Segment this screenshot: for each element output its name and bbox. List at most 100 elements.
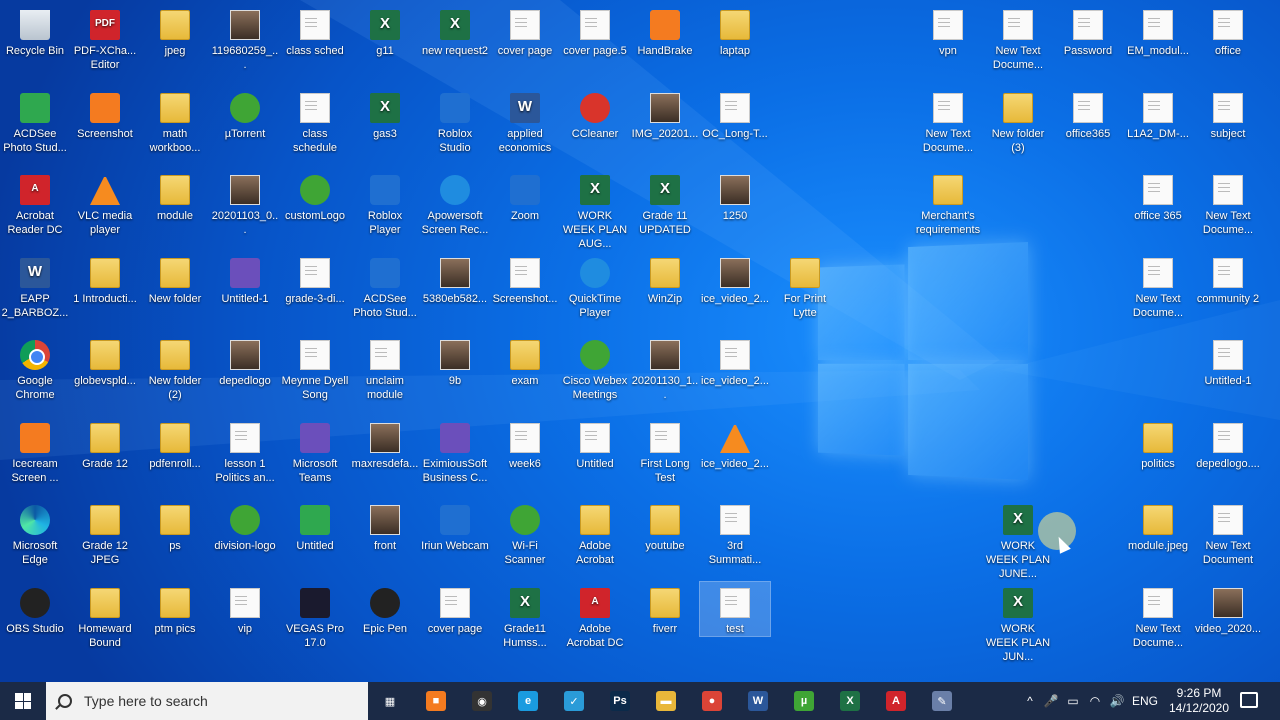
desktop-icon-screenshot[interactable]: Screenshot [70, 87, 140, 141]
desktop-icon-3rd-summati[interactable]: 3rd Summati... [700, 499, 770, 567]
desktop-icon-first-long-test[interactable]: First Long Test [630, 417, 700, 485]
desktop-icon-new-folder[interactable]: New folder [140, 252, 210, 306]
desktop-icon-untitled-1[interactable]: Untitled-1 [1193, 334, 1263, 388]
desktop-icon-quicktime-player[interactable]: QuickTime Player [560, 252, 630, 320]
desktop-icon-new-text-docume[interactable]: New Text Docume... [1193, 169, 1263, 237]
desktop-icon-for-print-lytte[interactable]: For Print Lytte [770, 252, 840, 320]
snip-icon[interactable]: ✓ [559, 686, 589, 716]
battery-icon[interactable]: ▭ [1062, 694, 1084, 708]
desktop-icon-ice-video-2[interactable]: ice_video_2... [700, 417, 770, 471]
desktop-icon-fiverr[interactable]: fiverr [630, 582, 700, 636]
desktop-icon-untitled-1[interactable]: Untitled-1 [210, 252, 280, 306]
tray-chevron-icon[interactable]: ^ [1020, 694, 1040, 708]
desktop-icon-20201130-1[interactable]: 20201130_1... [630, 334, 700, 402]
desktop-icon-grade-12-jpeg[interactable]: Grade 12 JPEG [70, 499, 140, 567]
desktop-icon-grade-12[interactable]: Grade 12 [70, 417, 140, 471]
desktop-icon-vegas-pro-17-0[interactable]: VEGAS Pro 17.0 [280, 582, 350, 650]
desktop-icon-eximioussoft-business-c[interactable]: EximiousSoft Business C... [420, 417, 490, 485]
desktop-icon-new-text-document[interactable]: New Text Document [1193, 499, 1263, 567]
desktop-icon-5380eb582[interactable]: 5380eb582... [420, 252, 490, 306]
language-indicator[interactable]: ENG [1128, 694, 1162, 708]
desktop-icon-ptm-pics[interactable]: ptm pics [140, 582, 210, 636]
desktop-icon-epic-pen[interactable]: Epic Pen [350, 582, 420, 636]
desktop-icon-front[interactable]: front [350, 499, 420, 553]
desktop-icon-subject[interactable]: subject [1193, 87, 1263, 141]
desktop-icon-module-jpeg[interactable]: module.jpeg [1123, 499, 1193, 553]
desktop-icon-untitled[interactable]: Untitled [280, 499, 350, 553]
desktop-icon-screenshot[interactable]: Screenshot... [490, 252, 560, 306]
desktop-icon-new-text-docume[interactable]: New Text Docume... [983, 4, 1053, 72]
desktop-icon-g11[interactable]: Xg11 [350, 4, 420, 58]
excel-taskbar-icon[interactable]: X [835, 686, 865, 716]
desktop-icon-torrent[interactable]: µTorrent [210, 87, 280, 141]
desktop-icon-pdf-xcha-editor[interactable]: PDF PDF-XCha... Editor [70, 4, 140, 72]
desktop-icon-119680259[interactable]: 119680259_... [210, 4, 280, 72]
desktop-icon-new-text-docume[interactable]: New Text Docume... [1123, 582, 1193, 650]
desktop-icon-exam[interactable]: exam [490, 334, 560, 388]
desktop-icon-depedlogo[interactable]: depedlogo.... [1193, 417, 1263, 471]
desktop-icon-recycle-bin[interactable]: Recycle Bin [0, 4, 70, 58]
desktop-icon-1-introducti[interactable]: 1 Introducti... [70, 252, 140, 306]
desktop-icon-maxresdefa[interactable]: maxresdefa... [350, 417, 420, 471]
desktop-icon-microsoft-edge[interactable]: Microsoft Edge [0, 499, 70, 567]
desktop-icon-new-text-docume[interactable]: New Text Docume... [913, 87, 983, 155]
desktop-icon-customlogo[interactable]: customLogo [280, 169, 350, 223]
desktop-icon-grade-11-updated[interactable]: X Grade 11 UPDATED [630, 169, 700, 237]
word-taskbar-icon[interactable]: W [743, 686, 773, 716]
desktop-icon-roblox-studio[interactable]: Roblox Studio [420, 87, 490, 155]
desktop-icon-gas3[interactable]: Xgas3 [350, 87, 420, 141]
desktop-icon-adobe-acrobat-dc[interactable]: A Adobe Acrobat DC [560, 582, 630, 650]
desktop-icon-module[interactable]: module [140, 169, 210, 223]
acrobat-taskbar-icon[interactable]: A [881, 686, 911, 716]
desktop-icon-merchant-s-requirements[interactable]: Merchant's requirements [913, 169, 983, 237]
desktop-icon-l1a2-dm[interactable]: L1A2_DM-... [1123, 87, 1193, 141]
desktop-icon-iriun-webcam[interactable]: Iriun Webcam [420, 499, 490, 553]
desktop-icon-icecream-screen[interactable]: Icecream Screen ... [0, 417, 70, 485]
desktop-icon-globevspld[interactable]: globevspld... [70, 334, 140, 388]
desktop-icon-9b[interactable]: 9b [420, 334, 490, 388]
desktop-icon-eapp-2-barboz[interactable]: W EAPP 2_BARBOZ... [0, 252, 70, 320]
desktop-icon-em-modul[interactable]: EM_modul... [1123, 4, 1193, 58]
desktop-icon-password[interactable]: Password [1053, 4, 1123, 58]
desktop-icon-vlc-media-player[interactable]: VLC media player [70, 169, 140, 237]
desktop-icon-grade-3-di[interactable]: grade-3-di... [280, 252, 350, 306]
desktop-icon-obs-studio[interactable]: OBS Studio [0, 582, 70, 636]
desktop-icon-untitled[interactable]: Untitled [560, 417, 630, 471]
desktop-icon-acrobat-reader-dc[interactable]: A Acrobat Reader DC [0, 169, 70, 237]
desktop-icon-homeward-bound[interactable]: Homeward Bound [70, 582, 140, 650]
desktop-icon-ice-video-2[interactable]: ice_video_2... [700, 334, 770, 388]
taskbar-search-box[interactable]: Type here to search [46, 682, 368, 720]
desktop-icon-google-chrome[interactable]: Google Chrome [0, 334, 70, 402]
desktop-icon-acdsee-photo-stud[interactable]: ACDSee Photo Stud... [0, 87, 70, 155]
desktop-icon-youtube[interactable]: youtube [630, 499, 700, 553]
desktop-icon-new-text-docume[interactable]: New Text Docume... [1123, 252, 1193, 320]
desktop-icon-roblox-player[interactable]: Roblox Player [350, 169, 420, 237]
desktop-icon-class-schedule[interactable]: class schedule [280, 87, 350, 155]
desktop-icon-depedlogo[interactable]: depedlogo [210, 334, 280, 388]
microphone-icon[interactable]: 🎤 [1040, 694, 1062, 708]
task-view-icon[interactable]: ▦ [375, 686, 405, 716]
desktop-icon-math-workboo[interactable]: math workboo... [140, 87, 210, 155]
desktop-icon-applied-economics[interactable]: Wapplied economics [490, 87, 560, 155]
desktop-icon-microsoft-teams[interactable]: Microsoft Teams [280, 417, 350, 485]
desktop-icon-cover-page-5[interactable]: cover page.5 [560, 4, 630, 58]
desktop-icon-vpn[interactable]: vpn [913, 4, 983, 58]
notification-center-icon[interactable] [1240, 692, 1258, 708]
desktop-icon-week6[interactable]: week6 [490, 417, 560, 471]
desktop-icon-1250[interactable]: 1250 [700, 169, 770, 223]
start-button[interactable] [0, 682, 46, 720]
desktop-icon-wi-fi-scanner[interactable]: Wi-Fi Scanner [490, 499, 560, 567]
desktop-icon-work-week-plan-jun[interactable]: X WORK WEEK PLAN JUN... [983, 582, 1053, 664]
desktop-icon-vip[interactable]: vip [210, 582, 280, 636]
desktop-icon-community-2[interactable]: community 2 [1193, 252, 1263, 306]
desktop-icon-zoom[interactable]: Zoom [490, 169, 560, 223]
desktop-icon-ps[interactable]: ps [140, 499, 210, 553]
desktop-icon-division-logo[interactable]: division-logo [210, 499, 280, 553]
desktop-icon-jpeg[interactable]: jpeg [140, 4, 210, 58]
file-explorer-icon[interactable]: ▬ [651, 686, 681, 716]
desktop-icon-new-folder-3[interactable]: New folder (3) [983, 87, 1053, 155]
desktop-icon-laptap[interactable]: laptap [700, 4, 770, 58]
desktop-icon-politics[interactable]: politics [1123, 417, 1193, 471]
taskbar-clock[interactable]: 9:26 PM 14/12/2020 [1168, 686, 1230, 716]
desktop-icon-pdfenroll[interactable]: pdfenroll... [140, 417, 210, 471]
